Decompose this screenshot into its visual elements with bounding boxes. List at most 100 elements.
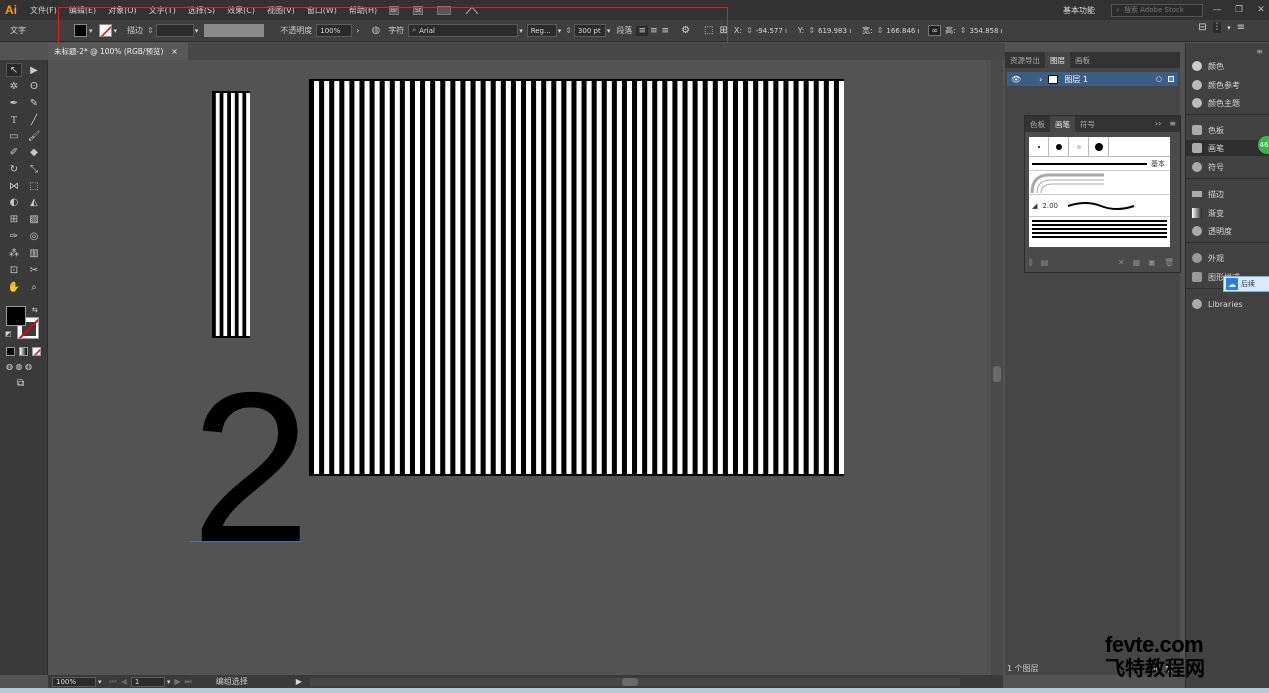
notification-badge[interactable]: 46 — [1258, 136, 1269, 154]
shaper-tool-icon[interactable]: ✐ — [6, 145, 22, 159]
type-tool-icon[interactable]: T — [6, 113, 22, 127]
hand-tool-icon[interactable]: ✋ — [6, 280, 22, 294]
width-stepper[interactable]: ⇕ — [877, 26, 884, 35]
height-value[interactable]: 354.858 ı — [970, 27, 1010, 35]
horizontal-scroll-thumb[interactable] — [621, 677, 638, 686]
brush-basic-row[interactable]: 基本 — [1029, 157, 1170, 171]
tab-brushes[interactable]: 画笔 — [1050, 116, 1075, 132]
status-menu-arrow[interactable]: ▶ — [296, 677, 302, 686]
chevron-right-icon[interactable]: › — [1039, 75, 1042, 84]
stripe-narrow-shape[interactable] — [212, 91, 250, 338]
y-stepper[interactable]: ⇕ — [808, 26, 815, 35]
width-tool-icon[interactable]: ⋈ — [6, 179, 22, 193]
target-icon[interactable]: ○ — [1156, 75, 1162, 83]
trash-icon[interactable]: 🗑 — [1164, 258, 1174, 268]
stripe-brush-swatch[interactable] — [1032, 220, 1167, 240]
horizontal-scrollbar[interactable] — [309, 677, 960, 686]
y-value[interactable]: 619.983 ı — [818, 27, 858, 35]
dock-item-color-guide[interactable]: 颜色参考 — [1186, 77, 1269, 93]
dock-item-stroke[interactable]: 描边 — [1186, 186, 1269, 202]
vertical-scroll-thumb[interactable] — [993, 366, 1001, 382]
brush-dot-large[interactable] — [1089, 137, 1109, 156]
lasso-tool-icon[interactable]: ʘ — [26, 79, 42, 93]
options-icon[interactable]: ▦ — [1133, 258, 1141, 268]
panel-collapse-icon[interactable]: ›› — [1151, 116, 1165, 132]
rotate-tool-icon[interactable]: ↻ — [6, 162, 22, 176]
panel-menu-icon[interactable]: ≡ — [1165, 116, 1180, 132]
align-panel-icon[interactable]: ⫶ — [1212, 22, 1222, 33]
menu-file[interactable]: 文件(F) — [30, 5, 57, 16]
screen-mode-icon[interactable]: ⧉ — [17, 378, 24, 389]
brush-dot-tiny[interactable] — [1029, 137, 1049, 156]
dock-item-color[interactable]: 颜色 — [1186, 58, 1269, 74]
side-tool-widget[interactable]: ☁ 后续 — [1223, 276, 1269, 292]
live-paint-tool-icon[interactable]: ◭ — [26, 195, 42, 209]
swap-colors-icon[interactable]: ⇆ — [32, 306, 38, 314]
direct-selection-tool-icon[interactable]: ▶ — [26, 63, 42, 77]
eraser-tool-icon[interactable]: ◆ — [26, 145, 42, 159]
libraries-icon[interactable]: ▤ — [1041, 258, 1049, 268]
fill-color-swatch[interactable] — [6, 306, 26, 326]
dock-item-color-themes[interactable]: 颜色主题 — [1186, 95, 1269, 111]
workspace-switcher[interactable]: 基本功能 — [1063, 5, 1095, 16]
none-mode-button[interactable] — [32, 347, 41, 356]
width-value[interactable]: 166.846 ı — [886, 27, 926, 35]
curvature-tool-icon[interactable]: ✎ — [26, 96, 42, 110]
pattern-brush-swatch[interactable] — [1029, 171, 1170, 195]
symbol-sprayer-tool-icon[interactable]: ⁂ — [6, 246, 22, 260]
shape-builder-tool-icon[interactable]: ◐ — [6, 195, 22, 209]
free-transform-tool-icon[interactable]: ⬚ — [26, 179, 42, 193]
close-icon[interactable]: × — [171, 47, 177, 56]
eyedropper-tool-icon[interactable]: ✑ — [6, 229, 22, 243]
layer-row[interactable]: 👁 › 图层 1 ○ — [1007, 72, 1178, 86]
arrange-icon[interactable]: ⊟ — [1198, 22, 1206, 33]
vertical-scrollbar[interactable] — [991, 60, 1003, 675]
pen-tool-icon[interactable]: ✒ — [6, 96, 22, 110]
art-brush-row[interactable]: ◢ 2.00 — [1029, 195, 1170, 217]
brush-dot-soft[interactable] — [1069, 137, 1089, 156]
dock-item-brushes[interactable]: 画笔 — [1186, 140, 1269, 156]
dock-item-symbols[interactable]: 符号 — [1186, 159, 1269, 175]
next-artboard-button[interactable]: ▶ — [174, 677, 180, 686]
dock-item-swatches[interactable]: 色板 — [1186, 122, 1269, 138]
minimize-button[interactable]: — — [1209, 3, 1225, 17]
x-value[interactable]: -94.577 ı — [756, 27, 794, 35]
magic-wand-tool-icon[interactable]: ✲ — [6, 79, 22, 93]
x-stepper[interactable]: ⇕ — [746, 26, 753, 35]
remove-stroke-icon[interactable]: ✕ — [1118, 258, 1125, 268]
tab-layers[interactable]: 图层 — [1045, 52, 1070, 68]
gradient-tool-icon[interactable]: ▨ — [26, 212, 42, 226]
line-tool-icon[interactable]: ╱ — [26, 113, 42, 127]
gradient-mode-button[interactable] — [19, 347, 28, 356]
last-artboard-button[interactable]: ⏭ — [185, 677, 192, 687]
dock-item-transparency[interactable]: 透明度 — [1186, 223, 1269, 239]
rectangle-tool-icon[interactable]: ▭ — [6, 129, 22, 143]
draw-mode-icon[interactable]: ◍ ◍ ◍ — [6, 362, 32, 371]
dock-menu-icon[interactable]: ≡ — [1256, 47, 1263, 56]
zoom-tool-icon[interactable]: ⌕ — [26, 280, 42, 294]
brush-library-icon[interactable]: ⫼ — [1029, 258, 1033, 268]
maximize-button[interactable]: ❐ — [1231, 3, 1247, 17]
first-artboard-button[interactable]: ⏮ — [110, 677, 117, 687]
close-window-button[interactable]: ✕ — [1253, 3, 1269, 17]
blend-tool-icon[interactable]: ◎ — [26, 229, 42, 243]
dock-item-appearance[interactable]: 外观 — [1186, 250, 1269, 266]
digit-text-object[interactable]: 2 — [191, 360, 311, 575]
selection-indicator[interactable] — [1168, 76, 1174, 82]
prev-artboard-button[interactable]: ◀ — [121, 677, 127, 686]
eye-icon[interactable]: 👁 — [1011, 75, 1021, 84]
color-mode-button[interactable] — [6, 347, 15, 356]
height-stepper[interactable]: ⇕ — [960, 26, 967, 35]
artboard-tool-icon[interactable]: ⊡ — [6, 263, 22, 277]
scale-tool-icon[interactable]: ⤡ — [26, 162, 42, 176]
stripe-artboard-shape[interactable] — [309, 79, 844, 476]
new-brush-icon[interactable]: ▣ — [1148, 258, 1156, 268]
document-tab[interactable]: 未标题-2* @ 100% (RGB/预览) × — [48, 43, 188, 60]
default-colors-icon[interactable]: ◩ — [5, 330, 12, 338]
dock-item-libraries[interactable]: Libraries — [1186, 296, 1269, 312]
tab-artboards[interactable]: 画板 — [1070, 52, 1095, 68]
tab-symbols[interactable]: 符号 — [1075, 116, 1100, 132]
brush-dot-medium[interactable] — [1049, 137, 1069, 156]
perspective-grid-tool-icon[interactable]: ⊞ — [6, 212, 22, 226]
panel-menu-icon[interactable]: ≡ — [1237, 22, 1245, 33]
